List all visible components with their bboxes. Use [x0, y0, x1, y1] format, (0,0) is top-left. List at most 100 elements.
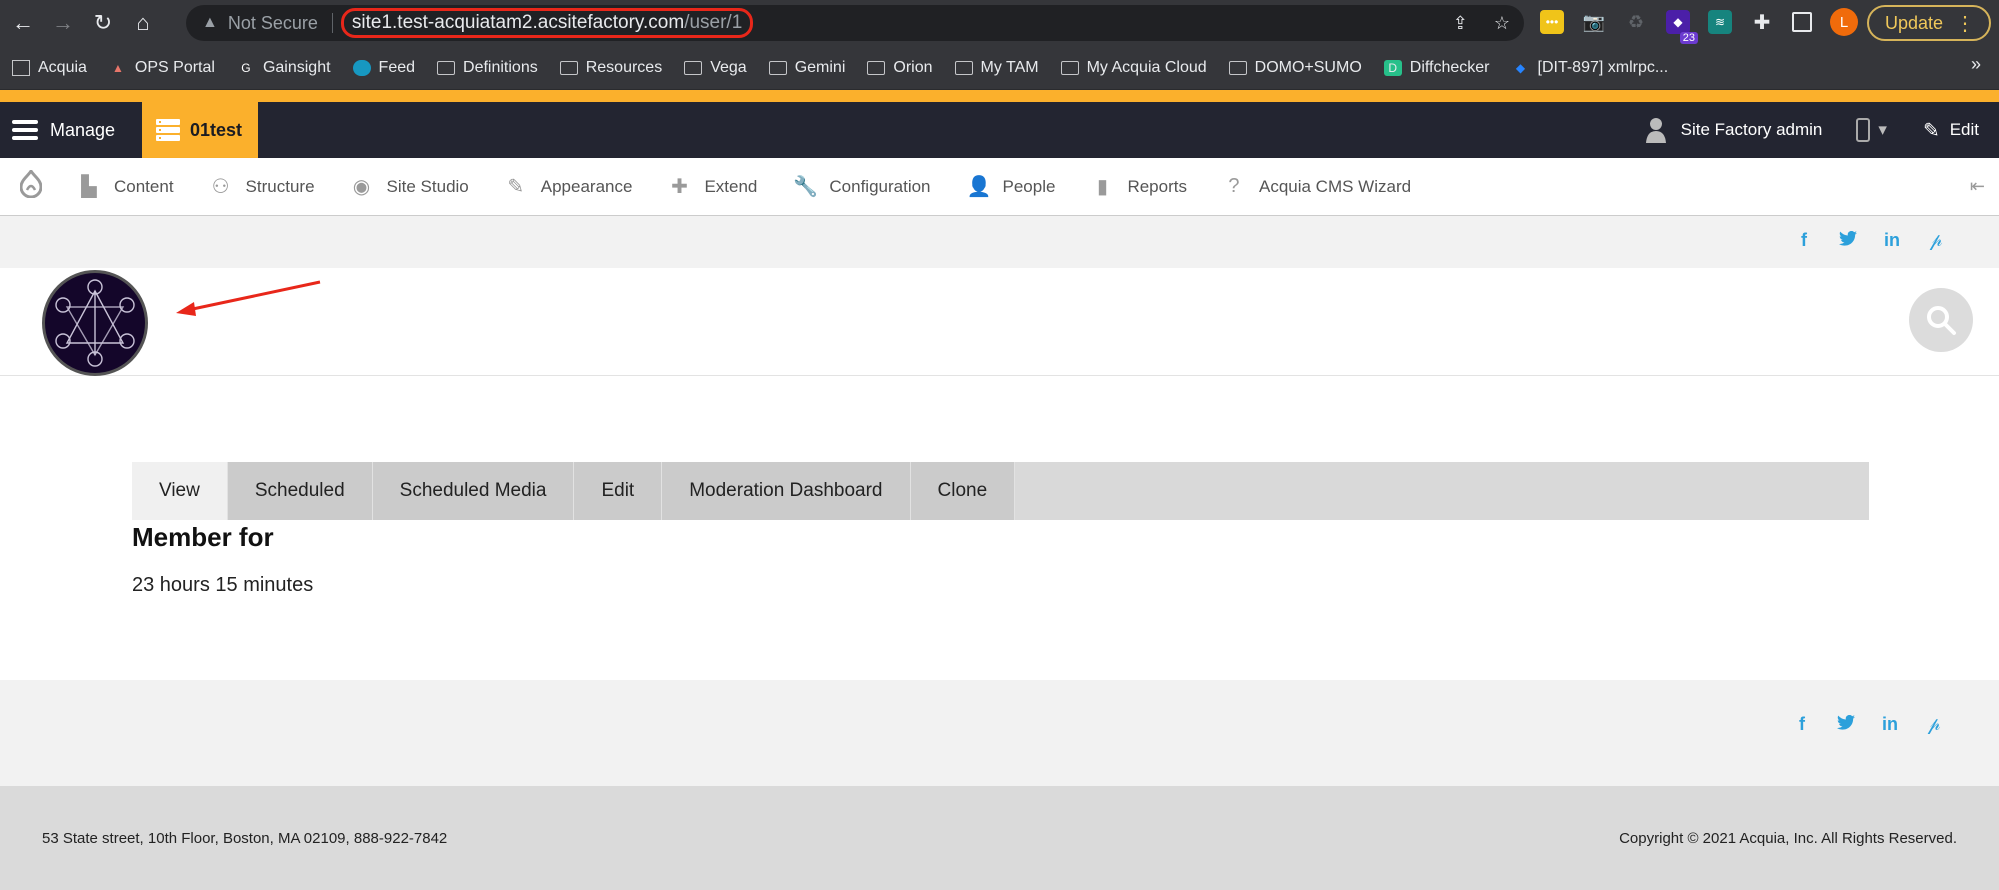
bookmark-item[interactable]: DOMO+SUMO — [1228, 58, 1362, 77]
puzzle-extensions-icon[interactable]: ✚ — [1750, 10, 1774, 34]
back-button[interactable]: ← — [6, 6, 40, 40]
search-icon — [1927, 306, 1956, 335]
bookmark-item[interactable]: Orion — [867, 59, 933, 77]
site-button[interactable]: 01test — [142, 102, 258, 158]
bookmark-label: Gainsight — [262, 58, 331, 76]
extension-dots-icon[interactable]: ••• — [1540, 10, 1564, 34]
bookmark-star-icon[interactable]: ☆ — [1494, 13, 1510, 34]
user-icon — [1645, 118, 1666, 143]
site-studio-icon: ◉ — [352, 176, 371, 198]
home-button[interactable]: ⌂ — [126, 6, 160, 40]
bookmark-item[interactable]: D Diffchecker — [1383, 59, 1490, 77]
site-label: 01test — [189, 119, 242, 140]
folder-icon — [954, 60, 973, 76]
admin-menu-item[interactable]: ? Acquia CMS Wizard — [1223, 175, 1411, 198]
share-icon[interactable]: ⇪ — [1453, 13, 1468, 34]
reload-button[interactable]: ↻ — [86, 6, 120, 40]
wrench-icon: 🔧 — [793, 176, 819, 198]
footer-copyright: Copyright © 2021 Acquia, Inc. All Rights… — [1619, 830, 1957, 847]
forward-button[interactable]: → — [46, 6, 80, 40]
tab-scheduled[interactable]: Scheduled — [227, 462, 373, 520]
admin-menu-item[interactable]: ◉ Site Studio — [351, 174, 469, 199]
tab-view[interactable]: View — [132, 462, 228, 520]
bookmark-item[interactable]: Vega — [684, 58, 747, 77]
edit-label: Edit — [1949, 120, 1979, 139]
stack-extension-icon[interactable]: ◆ 23 — [1666, 10, 1698, 44]
bookmark-label: DOMO+SUMO — [1254, 58, 1362, 76]
tab-scheduled-media[interactable]: Scheduled Media — [372, 462, 575, 520]
bookmarks-bar: Acquia ▲ OPS Portal G Gainsight Feed Definitio… — [0, 46, 1999, 90]
user-label: Site Factory admin — [1680, 120, 1823, 139]
admin-menu-item[interactable]: ▙ Content — [78, 174, 173, 199]
admin-menu-label: Appearance — [540, 176, 633, 196]
twitter-icon[interactable] — [1839, 230, 1857, 251]
sitemap-icon: ⚇ — [211, 176, 230, 198]
pinterest-icon[interactable]: 𝓅 — [1927, 230, 1945, 251]
phone-icon — [1856, 118, 1871, 142]
twitter-icon[interactable] — [1837, 714, 1855, 735]
collapse-toolbar-icon[interactable]: ⇤ — [1970, 176, 1985, 197]
site-logo[interactable] — [42, 270, 148, 376]
bookmark-item[interactable]: Acquia — [12, 59, 87, 77]
side-panel-icon[interactable] — [1792, 12, 1812, 32]
bookmarks-overflow-icon[interactable]: » — [1971, 54, 1981, 75]
folder-icon — [437, 60, 456, 76]
bookmark-item[interactable]: ▲ OPS Portal — [109, 59, 215, 77]
device-preview-button[interactable]: ▾ — [1856, 118, 1887, 142]
kebab-menu-icon[interactable]: ⋮ — [1955, 11, 1975, 36]
warning-icon[interactable]: ▲ — [202, 14, 218, 32]
folder-icon — [768, 60, 787, 76]
update-label: Update — [1885, 12, 1944, 33]
admin-menu-item[interactable]: ✎ Appearance — [505, 174, 633, 199]
admin-toolbar: Manage 01test Site Factory admin ▾ ✎ Edi… — [0, 102, 1999, 158]
tab-clone[interactable]: Clone — [910, 462, 1016, 520]
admin-menu-item[interactable]: 👤 People — [967, 174, 1056, 199]
bookmark-item[interactable]: Definitions — [437, 59, 538, 77]
camera-icon[interactable]: 📷 — [1582, 10, 1606, 34]
drupal-logo-icon[interactable] — [19, 168, 43, 203]
bookmark-item[interactable]: My Acquia Cloud — [1060, 59, 1207, 77]
bookmark-item[interactable]: Resources — [559, 59, 662, 77]
bookmark-item[interactable]: Feed — [352, 59, 415, 77]
linkedin-icon[interactable]: in — [1881, 714, 1899, 735]
edit-toggle-button[interactable]: ✎ Edit — [1923, 118, 1979, 143]
bookmark-item[interactable]: My TAM — [954, 58, 1039, 77]
bookmark-label: Definitions — [463, 58, 538, 76]
pinterest-icon[interactable]: 𝓅 — [1925, 714, 1943, 735]
admin-menu-label: People — [1002, 176, 1056, 196]
header-social-bar: f in 𝓅 — [0, 216, 1999, 268]
update-button[interactable]: Update ⋮ — [1867, 5, 1991, 41]
profile-avatar[interactable]: L — [1830, 8, 1858, 36]
admin-menu-item[interactable]: ✚ Extend — [668, 174, 757, 199]
facebook-icon[interactable]: f — [1793, 714, 1811, 735]
bookmark-label: Vega — [710, 58, 747, 76]
footer: 53 State street, 10th Floor, Boston, MA … — [0, 786, 1999, 890]
address-bar[interactable]: ▲ Not Secure site1.test-acquiatam2.acsit… — [186, 5, 1524, 41]
admin-menu-item[interactable]: ▮ Reports — [1091, 174, 1187, 199]
search-button[interactable] — [1909, 288, 1973, 352]
recycle-icon[interactable]: ♻ — [1624, 10, 1648, 34]
linkedin-icon[interactable]: in — [1883, 230, 1901, 251]
bookmark-item[interactable]: ◆ [DIT-897] xmlrpc... — [1512, 59, 1668, 77]
admin-menu-tray: ▙ Content ⚇ Structure ◉ Site Studio ✎ Appearanc… — [0, 158, 1999, 216]
facebook-icon[interactable]: f — [1795, 230, 1813, 251]
bookmark-item[interactable]: Gemini — [768, 59, 845, 77]
user-menu-button[interactable]: Site Factory admin — [1645, 117, 1823, 143]
manage-button[interactable]: Manage — [0, 102, 142, 158]
url-highlight[interactable]: site1.test-acquiatam2.acsitefactory.com … — [340, 8, 754, 38]
bookmark-item[interactable]: G Gainsight — [237, 58, 331, 77]
building-icon — [12, 59, 30, 76]
site-header — [0, 268, 1999, 376]
file-icon: ▙ — [81, 176, 97, 198]
bookmark-label: My TAM — [980, 58, 1039, 76]
security-label[interactable]: Not Secure — [228, 13, 318, 34]
admin-menu-item[interactable]: ⚇ Structure — [210, 174, 315, 199]
admin-menu-label: Site Studio — [386, 176, 469, 196]
footer-address: 53 State street, 10th Floor, Boston, MA … — [42, 830, 448, 847]
admin-menu-item[interactable]: 🔧 Configuration — [793, 174, 930, 199]
puzzle-icon: ✚ — [671, 176, 688, 198]
jira-icon: ◆ — [1515, 60, 1526, 75]
tab-moderation-dashboard[interactable]: Moderation Dashboard — [662, 462, 911, 520]
layers-extension-icon[interactable]: ≋ — [1708, 10, 1732, 34]
tab-edit[interactable]: Edit — [574, 462, 663, 520]
